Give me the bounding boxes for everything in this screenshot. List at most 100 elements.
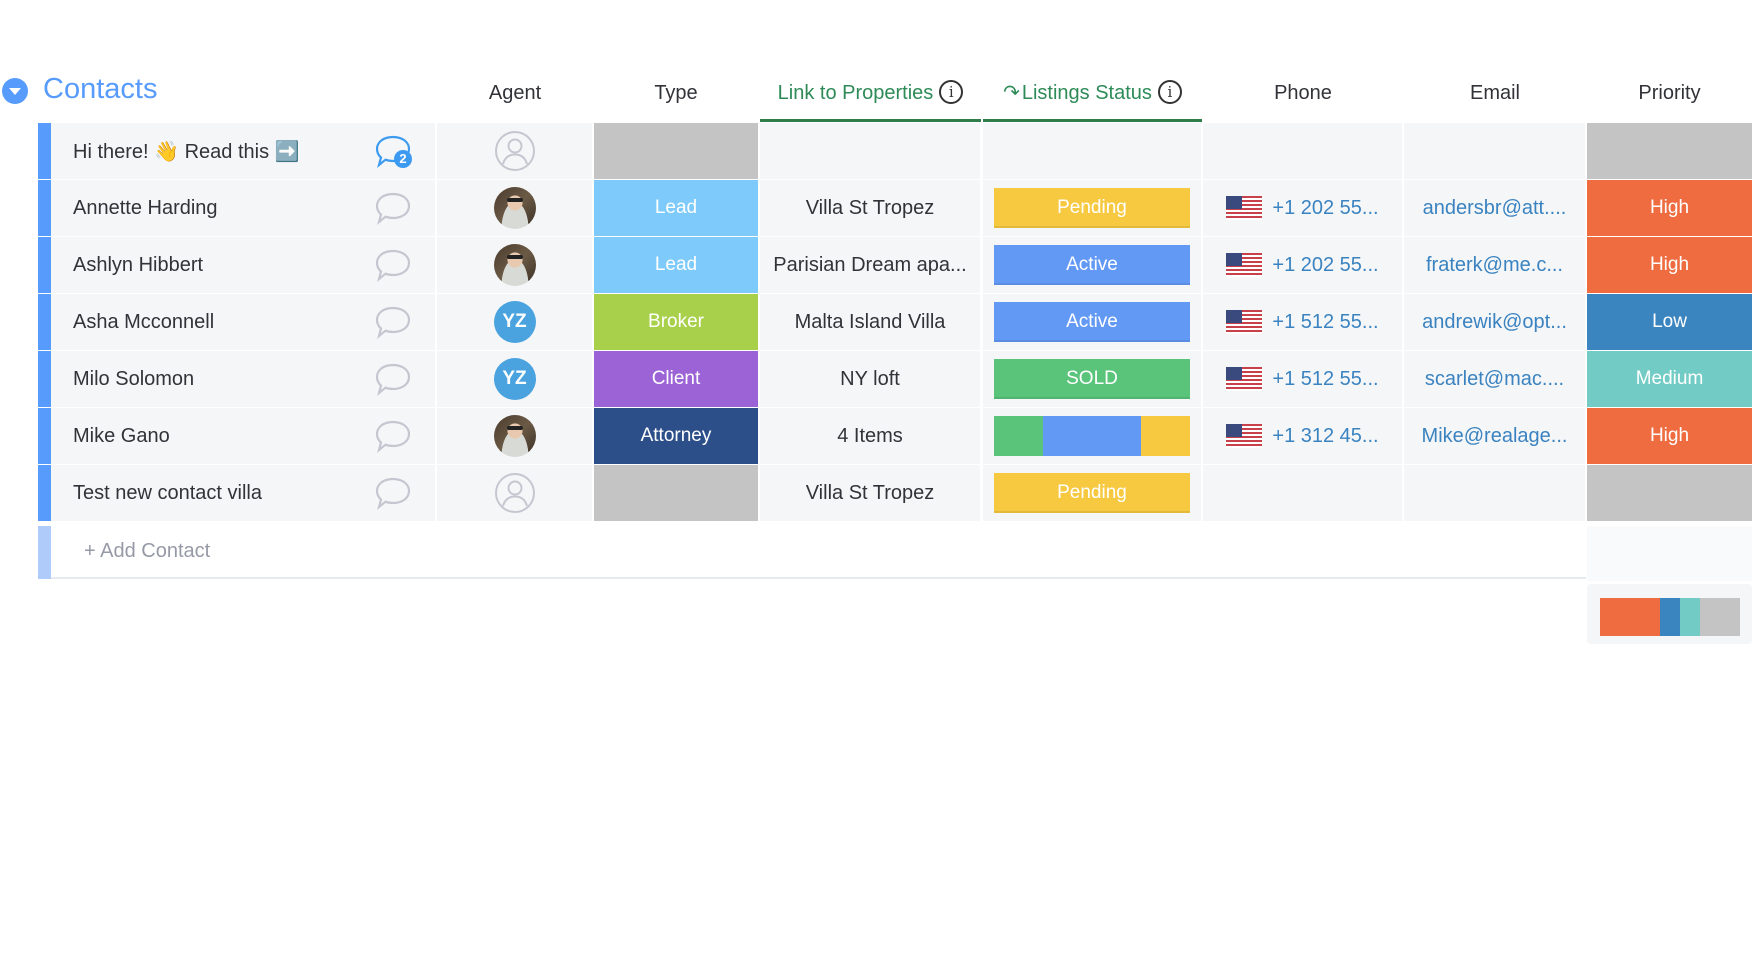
add-contact-row[interactable]: + Add Contact [38,526,1586,579]
item-name[interactable]: Test new contact villa [73,482,262,505]
email-cell[interactable]: andersbr@att.... [1404,180,1585,236]
agent-cell[interactable] [437,123,592,179]
type-cell[interactable]: Lead [594,180,758,236]
item-name-cell[interactable]: Milo Solomon [51,351,435,407]
chevron-down-icon[interactable] [2,78,28,104]
linked-property[interactable]: 4 Items [837,425,903,448]
email-cell[interactable] [1404,465,1585,521]
priority-summary[interactable] [1587,584,1752,644]
item-name[interactable]: Milo Solomon [73,368,194,391]
listings-status-cell[interactable]: Active [983,294,1201,350]
agent-cell[interactable] [437,408,592,464]
table-row[interactable]: Test new contact villa Villa St Tropez Pen… [38,465,1752,521]
column-header-type[interactable]: Type [594,80,758,122]
empty-person-icon[interactable] [494,472,536,514]
avatar[interactable]: YZ [493,358,536,400]
email-link[interactable]: fraterk@me.c... [1426,254,1563,277]
avatar[interactable]: YZ [493,301,536,343]
type-cell[interactable]: Attorney [594,408,758,464]
priority-cell[interactable]: High [1587,180,1752,236]
table-row[interactable]: Hi there! 👋 Read this ➡️ 2 [38,123,1752,179]
avatar[interactable] [493,415,536,457]
updates-icon[interactable]: 2 [374,134,412,168]
item-name-cell[interactable]: Mike Gano [51,408,435,464]
table-row[interactable]: Annette Harding Lead Villa St Tropez Pendin… [38,180,1752,236]
status-badge[interactable]: SOLD [994,359,1190,399]
linked-property[interactable]: NY loft [840,368,900,391]
listings-status-cell[interactable]: Pending [983,465,1201,521]
email-link[interactable]: andersbr@att.... [1423,197,1567,220]
phone-cell[interactable]: +1 512 55... [1203,351,1402,407]
status-badge[interactable]: Pending [994,473,1190,513]
listings-status-cell[interactable]: Active [983,237,1201,293]
email-cell[interactable]: fraterk@me.c... [1404,237,1585,293]
empty-person-icon[interactable] [494,130,536,172]
item-name-cell[interactable]: Hi there! 👋 Read this ➡️ 2 [51,123,435,179]
link-to-properties-cell[interactable]: 4 Items [760,408,980,464]
listings-status-cell[interactable]: SOLD [983,351,1201,407]
agent-cell[interactable] [437,237,592,293]
phone-number[interactable]: +1 512 55... [1272,311,1378,334]
type-cell[interactable] [594,465,758,521]
priority-cell[interactable]: Low [1587,294,1752,350]
comment-icon[interactable] [374,362,412,396]
email-cell[interactable]: Mike@realage... [1404,408,1585,464]
email-link[interactable]: Mike@realage... [1422,425,1568,448]
priority-cell[interactable] [1587,465,1752,521]
avatar[interactable] [493,187,536,229]
table-row[interactable]: Asha Mcconnell YZ Broker Malta Island Villa… [38,294,1752,350]
priority-cell[interactable]: High [1587,237,1752,293]
status-badge[interactable]: Active [994,302,1190,342]
column-header-link-to-properties[interactable]: Link to Properties i [760,79,981,122]
status-badge[interactable]: Pending [994,188,1190,228]
priority-cell[interactable]: High [1587,408,1752,464]
email-cell[interactable] [1404,123,1585,179]
status-badge[interactable]: Active [994,245,1190,285]
type-cell[interactable]: Lead [594,237,758,293]
info-icon[interactable]: i [1157,79,1182,104]
type-cell[interactable] [594,123,758,179]
comment-icon[interactable] [374,191,412,225]
phone-cell[interactable]: +1 512 55... [1203,294,1402,350]
link-to-properties-cell[interactable]: Villa St Tropez [760,465,980,521]
item-name-cell[interactable]: Annette Harding [51,180,435,236]
email-link[interactable]: andrewik@opt... [1422,311,1567,334]
phone-number[interactable]: +1 312 45... [1272,425,1378,448]
item-name-cell[interactable]: Asha Mcconnell [51,294,435,350]
column-header-email[interactable]: Email [1404,80,1586,122]
comment-icon[interactable] [374,476,412,510]
item-name-cell[interactable]: Ashlyn Hibbert [51,237,435,293]
table-row[interactable]: Mike Gano Attorney 4 Items +1 312 45... Mike… [38,408,1752,464]
phone-number[interactable]: +1 202 55... [1272,197,1378,220]
item-name[interactable]: Hi there! 👋 Read this ➡️ [73,139,300,164]
listings-status-cell[interactable] [983,123,1201,179]
linked-property[interactable]: Parisian Dream apa... [773,254,966,277]
type-cell[interactable]: Broker [594,294,758,350]
linked-property[interactable]: Villa St Tropez [806,482,935,505]
type-cell[interactable]: Client [594,351,758,407]
column-header-phone[interactable]: Phone [1203,80,1403,122]
email-link[interactable]: scarlet@mac.... [1425,368,1564,391]
column-header-priority[interactable]: Priority [1587,80,1752,122]
column-header-listings-status[interactable]: ↷ Listings Status i [983,79,1202,122]
phone-number[interactable]: +1 512 55... [1272,368,1378,391]
comment-icon[interactable] [374,248,412,282]
linked-property[interactable]: Malta Island Villa [795,311,946,334]
add-contact-input[interactable]: + Add Contact [84,540,210,563]
phone-cell[interactable] [1203,123,1402,179]
table-row[interactable]: Milo Solomon YZ Client NY loft SOLD +1 512 55… [38,351,1752,407]
phone-number[interactable]: +1 202 55... [1272,254,1378,277]
column-header-agent[interactable]: Agent [437,80,593,122]
priority-cell[interactable]: Medium [1587,351,1752,407]
phone-cell[interactable]: +1 312 45... [1203,408,1402,464]
phone-cell[interactable]: +1 202 55... [1203,180,1402,236]
agent-cell[interactable] [437,465,592,521]
link-to-properties-cell[interactable]: Malta Island Villa [760,294,980,350]
listings-status-cell[interactable] [983,408,1201,464]
agent-cell[interactable]: YZ [437,294,592,350]
group-title[interactable]: Contacts [43,73,157,106]
phone-cell[interactable]: +1 202 55... [1203,237,1402,293]
info-icon[interactable]: i [939,79,964,104]
email-cell[interactable]: scarlet@mac.... [1404,351,1585,407]
item-name[interactable]: Asha Mcconnell [73,311,214,334]
